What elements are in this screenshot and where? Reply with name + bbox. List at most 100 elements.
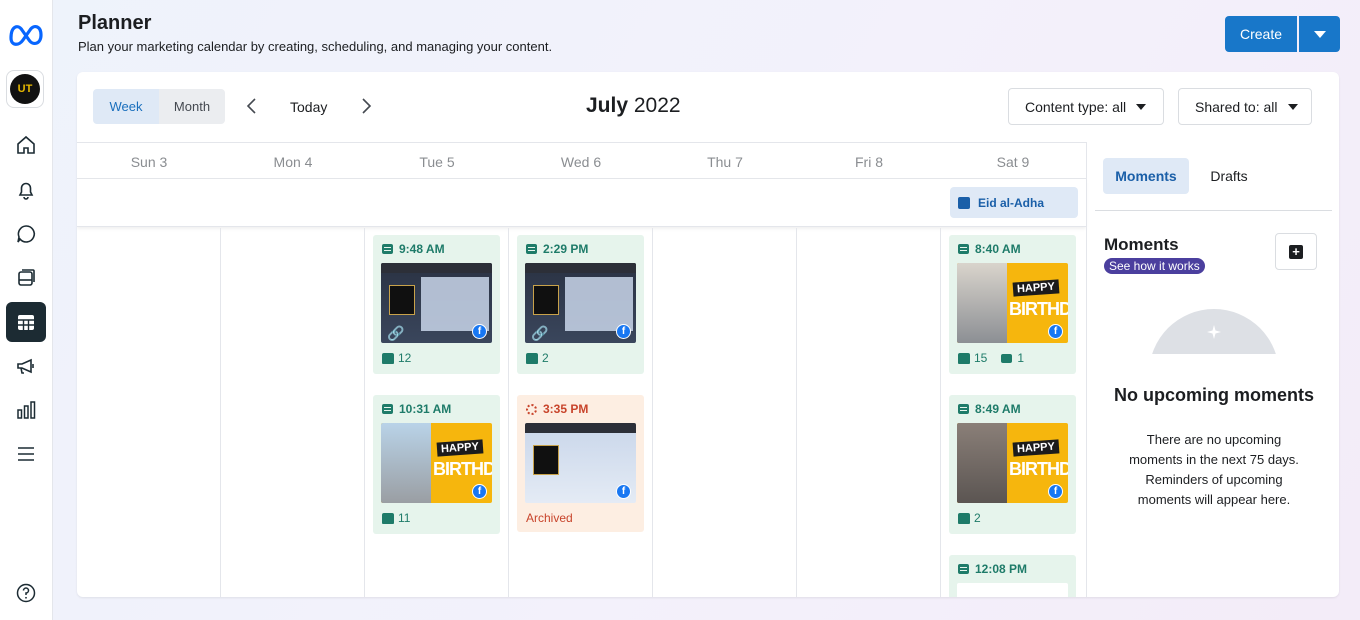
year: 2022: [633, 94, 681, 117]
post-icon: [958, 244, 969, 254]
tab-drafts[interactable]: Drafts: [1197, 158, 1261, 194]
post-time: 9:48 AM: [399, 242, 445, 256]
like-icon: [382, 512, 394, 524]
column-divider: [796, 228, 797, 597]
empty-state-illustration: [1149, 309, 1279, 354]
day-header: Sun 3: [130, 154, 168, 170]
insights-icon[interactable]: [6, 392, 46, 428]
content-type-label: Content type: all: [1025, 98, 1127, 115]
pending-icon: [526, 403, 537, 415]
account-switcher[interactable]: UT: [6, 70, 44, 108]
week-view-button[interactable]: Week: [93, 89, 159, 124]
post-card-archived[interactable]: 3:35 PM f Archived: [517, 395, 644, 532]
create-dropdown-button[interactable]: [1299, 16, 1340, 52]
planner-card: Week Month Today July 2022 Content type:…: [77, 72, 1339, 597]
month-view-button[interactable]: Month: [159, 89, 225, 124]
day-header: Thu 7: [707, 154, 743, 170]
column-divider: [220, 228, 221, 597]
like-count: 11: [398, 511, 411, 525]
post-time: 8:49 AM: [975, 402, 1021, 416]
notifications-icon[interactable]: [6, 172, 46, 208]
content-type-filter[interactable]: Content type: all: [1008, 88, 1164, 125]
chevron-right-icon[interactable]: [358, 96, 374, 116]
ads-icon[interactable]: [6, 348, 46, 384]
home-icon[interactable]: [6, 127, 46, 163]
day-header: Sat 9: [996, 154, 1030, 170]
page-title: Planner: [78, 12, 152, 34]
empty-state-title: No upcoming moments: [1113, 385, 1314, 405]
meta-logo-icon[interactable]: [7, 18, 45, 48]
like-icon: [958, 352, 970, 364]
chevron-left-icon[interactable]: [244, 96, 260, 116]
account-avatar: UT: [10, 74, 40, 104]
create-button-group: Create: [1225, 16, 1340, 52]
like-icon: [526, 352, 538, 364]
post-card[interactable]: 8:49 AM HAPPYBIRTHDAYf 2: [949, 395, 1076, 534]
all-day-row: Eid al-Adha: [77, 179, 1086, 227]
help-icon[interactable]: [6, 575, 46, 611]
link-icon: 🔗: [531, 325, 549, 341]
posts-icon[interactable]: [6, 260, 46, 296]
post-thumbnail: HAPPYBIRTHDAYf: [957, 423, 1068, 503]
shared-to-label: Shared to: all: [1195, 98, 1278, 115]
post-text-preview: [957, 583, 1068, 597]
like-count: 2: [974, 511, 981, 525]
like-count: 2: [542, 351, 549, 365]
like-icon: [382, 352, 394, 364]
current-period-title: July 2022: [586, 94, 681, 118]
facebook-icon: f: [1048, 484, 1063, 499]
post-card[interactable]: 9:48 AM 🔗 f 12: [373, 235, 500, 374]
add-icon: +: [1289, 244, 1303, 259]
facebook-icon: f: [616, 484, 631, 499]
view-toggle: Week Month: [93, 89, 225, 124]
archived-label: Archived: [526, 511, 573, 525]
add-moment-button[interactable]: +: [1275, 233, 1317, 270]
post-card[interactable]: 12:08 PM: [949, 555, 1076, 597]
post-thumbnail: HAPPYBIRTHDAYf: [381, 423, 492, 503]
post-card[interactable]: 8:40 AM HAPPYBIRTHDAYf 15 1: [949, 235, 1076, 374]
shared-to-filter[interactable]: Shared to: all: [1178, 88, 1312, 125]
messages-icon[interactable]: [6, 216, 46, 252]
moments-heading: Moments: [1104, 235, 1179, 254]
day-header: Tue 5: [419, 154, 455, 170]
column-divider: [940, 228, 941, 597]
chevron-down-icon: [1313, 30, 1326, 38]
like-count: 15: [974, 351, 988, 365]
panel-tabs: Moments Drafts: [1095, 150, 1332, 211]
calendar-toolbar: Week Month Today July 2022 Content type:…: [77, 72, 1339, 142]
page-subtitle: Plan your marketing calendar by creating…: [78, 39, 553, 54]
menu-icon[interactable]: [6, 436, 46, 472]
post-thumbnail: 🔗 f: [525, 263, 636, 343]
sparkle-icon: [1207, 325, 1221, 339]
post-card[interactable]: 2:29 PM 🔗 f 2: [517, 235, 644, 374]
day-header-row: Sun 3 Mon 4 Tue 5 Wed 6 Thu 7 Fri 8 Sat …: [77, 142, 1086, 179]
day-header: Wed 6: [560, 154, 602, 170]
create-button[interactable]: Create: [1225, 16, 1297, 52]
post-icon: [382, 404, 393, 414]
post-card[interactable]: 10:31 AM HAPPYBIRTHDAYf 11: [373, 395, 500, 534]
facebook-icon: f: [472, 484, 487, 499]
post-time: 10:31 AM: [399, 402, 452, 416]
planner-icon[interactable]: [6, 302, 46, 342]
link-icon: 🔗: [387, 325, 405, 341]
post-thumbnail: f: [525, 423, 636, 503]
caret-down-icon: [1136, 103, 1147, 110]
event-icon: [958, 196, 970, 209]
facebook-icon: f: [1048, 324, 1063, 339]
post-time: 8:40 AM: [975, 242, 1021, 256]
comment-icon: [1001, 353, 1013, 363]
holiday-event[interactable]: Eid al-Adha: [950, 187, 1078, 218]
post-time: 2:29 PM: [543, 242, 589, 256]
column-divider: [652, 228, 653, 597]
empty-state-body: There are no upcoming moments in the nex…: [1129, 432, 1299, 507]
facebook-icon: f: [616, 324, 631, 339]
post-icon: [958, 564, 969, 574]
post-thumbnail: 🔗 f: [381, 263, 492, 343]
today-button[interactable]: Today: [290, 99, 327, 115]
see-how-it-works-link[interactable]: See how it works: [1104, 258, 1205, 274]
tab-moments[interactable]: Moments: [1103, 158, 1189, 194]
post-icon: [526, 244, 537, 254]
left-nav-rail: UT: [0, 0, 53, 620]
moments-panel: Moments Drafts Moments See how it works …: [1086, 142, 1339, 597]
like-count: 12: [398, 351, 412, 365]
